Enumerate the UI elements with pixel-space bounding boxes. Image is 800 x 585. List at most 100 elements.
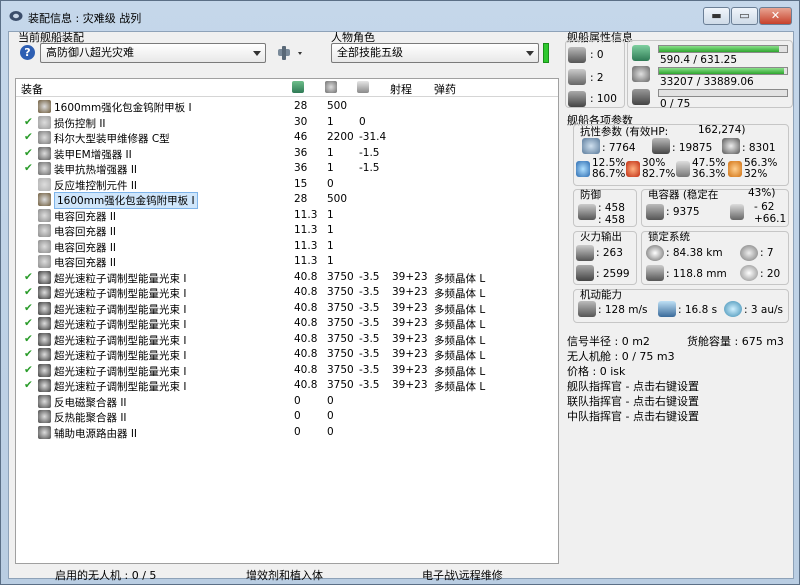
em-resist-2: 86.7% xyxy=(592,168,626,180)
module-cpu: 0 xyxy=(294,394,301,407)
scan-res-icon xyxy=(646,265,664,281)
module-power: 1 xyxy=(327,239,334,252)
module-ammo: 多频晶体 L xyxy=(434,365,486,378)
module-row[interactable]: 电容回充器 II 11.3 1 xyxy=(16,254,558,270)
module-range: 39+23 xyxy=(392,286,428,298)
squad-booster[interactable]: 中队指挥官 - 点击右键设置 xyxy=(567,408,699,424)
module-cap: -1.5 xyxy=(359,146,380,159)
help-icon[interactable]: ? xyxy=(20,45,35,60)
active-check-icon: ✔ xyxy=(24,162,33,174)
cap-column-icon[interactable] xyxy=(357,81,369,93)
active-check-icon: ✔ xyxy=(24,379,33,391)
power-bar xyxy=(658,67,788,75)
module-row[interactable]: ✔ 超光速粒子调制型能量光束 I 40.8 3750 -3.5 39+23 多频晶体 L xyxy=(16,285,558,301)
module-power: 3750 xyxy=(327,286,354,298)
module-row[interactable]: 反热能聚合器 II 0 0 xyxy=(16,409,558,425)
module-power: 0 xyxy=(327,394,334,407)
module-ammo: 多频晶体 L xyxy=(434,381,486,393)
module-cap: -3.5 xyxy=(359,301,380,314)
module-name: 超光速粒子调制型能量光束 I xyxy=(54,381,187,393)
module-row[interactable]: ✔ 装甲EM增强器 II 36 1 -1.5 xyxy=(16,146,558,162)
high-slot-icon xyxy=(568,47,586,63)
module-name: 电容回充器 II xyxy=(54,241,117,254)
wing-booster[interactable]: 联队指挥官 - 点击右键设置 xyxy=(567,393,699,409)
header-module[interactable]: 装备 xyxy=(21,81,43,97)
module-row[interactable]: 1600mm强化包金钨附甲板 I 28 500 xyxy=(16,99,558,115)
module-row[interactable]: 反电磁聚合器 II 0 0 xyxy=(16,394,558,410)
capacitor-stable: 43%) xyxy=(748,187,776,199)
module-icon xyxy=(38,193,51,206)
module-name: 超光速粒子调制型能量光束 I xyxy=(54,288,187,300)
module-icon xyxy=(38,363,51,377)
module-row[interactable]: ✔ 超光速粒子调制型能量光束 I 40.8 3750 -3.5 39+23 多频晶体 L xyxy=(16,270,558,286)
module-icon xyxy=(38,146,51,160)
module-row[interactable]: 1600mm强化包金钨附甲板 I 28 500 xyxy=(16,192,558,209)
cpu-column-icon[interactable] xyxy=(292,81,304,93)
header-range[interactable]: 射程 xyxy=(390,81,412,97)
module-power: 0 xyxy=(327,177,334,190)
module-list[interactable]: 装备 射程 弹药 1600mm强化包金钨附甲板 I 28 500 ✔ 损伤控制 II 30… xyxy=(15,78,559,564)
module-cap: -3.5 xyxy=(359,270,380,283)
module-range: 39+23 xyxy=(392,348,428,360)
maximize-button[interactable]: ▭ xyxy=(731,7,758,25)
module-row[interactable]: ✔ 损伤控制 II 30 1 0 xyxy=(16,115,558,131)
module-row[interactable]: ✔ 装甲抗热增强器 II 36 1 -1.5 xyxy=(16,161,558,177)
module-row[interactable]: 辅助电源路由器 II 0 0 xyxy=(16,425,558,441)
module-row[interactable]: 电容回充器 II 11.3 1 xyxy=(16,239,558,255)
implants-tab[interactable]: 增效剂和植入体 xyxy=(246,567,323,583)
module-power: 0 xyxy=(327,425,334,438)
defense-group: 防御 : 458 : 458 xyxy=(573,189,637,227)
module-icon xyxy=(38,131,51,144)
module-row[interactable]: ✔ 超光速粒子调制型能量光束 I 40.8 3750 -3.5 39+23 多频晶体 L xyxy=(16,332,558,348)
power-column-icon[interactable] xyxy=(325,81,337,93)
armor-icon xyxy=(652,138,670,154)
fleet-booster[interactable]: 舰队指挥官 - 点击右键设置 xyxy=(567,378,699,394)
dps-value: : 263 xyxy=(596,247,623,259)
capacitor-icon xyxy=(646,204,664,220)
targeting-group: 锁定系统 : 84.38 km : 7 : 118.8 mm : 20 xyxy=(641,231,789,285)
title-bar[interactable]: 装配信息 : 灾难级 战列 ▬ ▭ ✕ xyxy=(1,1,799,31)
module-name: 装甲EM增强器 II xyxy=(54,148,132,161)
power-icon xyxy=(632,66,650,82)
module-row[interactable]: ✔ 超光速粒子调制型能量光束 I 40.8 3750 -3.5 39+23 多频晶体 L xyxy=(16,316,558,332)
module-row[interactable]: ✔ 超光速粒子调制型能量光束 I 40.8 3750 -3.5 39+23 多频晶体 L xyxy=(16,301,558,317)
minimize-button[interactable]: ▬ xyxy=(703,7,730,25)
drones-tab[interactable]: 启用的无人机 : 0 / 5 xyxy=(55,567,156,583)
character-select[interactable]: 全部技能五级 xyxy=(331,43,539,63)
explosive-resist-2: 32% xyxy=(744,168,768,180)
module-row[interactable]: ✔ 科尔大型装甲维修器 C型 46 2200 -31.4 xyxy=(16,130,558,146)
thermal-resist-icon xyxy=(626,161,640,177)
module-name: 超光速粒子调制型能量光束 I xyxy=(54,334,187,347)
module-cpu: 46 xyxy=(294,131,308,143)
tools-menu-button[interactable] xyxy=(276,44,308,62)
module-row[interactable]: ✔ 超光速粒子调制型能量光束 I 40.8 3750 -3.5 39+23 多频晶体 L xyxy=(16,378,558,394)
module-power: 3750 xyxy=(327,348,354,360)
close-button[interactable]: ✕ xyxy=(759,7,792,25)
module-row[interactable]: ✔ 超光速粒子调制型能量光束 I 40.8 3750 -3.5 39+23 多频晶体 L xyxy=(16,347,558,363)
repair-icon xyxy=(578,204,596,220)
active-check-icon: ✔ xyxy=(24,317,33,329)
signature-radius: 信号半径 : 0 m2 xyxy=(567,335,650,348)
ewar-tab[interactable]: 电子战\远程维修 xyxy=(422,567,503,583)
main-client: 当前舰船装配 ? 高防御八超光灾难 人物角色 全部技能五级 装备 射程 弹药 1… xyxy=(8,31,794,582)
header-ammo[interactable]: 弹药 xyxy=(434,81,456,97)
window-title: 装配信息 : 灾难级 战列 xyxy=(28,12,142,25)
module-power: 1 xyxy=(327,224,334,236)
module-icon xyxy=(38,255,51,268)
module-row[interactable]: 电容回充器 II 11.3 1 xyxy=(16,208,558,224)
module-name: 科尔大型装甲维修器 C型 xyxy=(54,133,170,145)
module-power: 500 xyxy=(327,100,348,112)
module-name: 1600mm强化包金钨附甲板 I xyxy=(54,102,192,114)
module-cap: -3.5 xyxy=(359,348,380,360)
module-row[interactable]: 电容回充器 II 11.3 1 xyxy=(16,223,558,239)
firepower-title: 火力输出 xyxy=(580,231,622,243)
module-name: 电容回充器 II xyxy=(54,226,117,238)
high-slots: : 0 xyxy=(590,49,604,61)
module-cpu: 11.3 xyxy=(294,255,318,267)
module-range: 39+23 xyxy=(392,317,428,329)
firepower-group: 火力输出 : 263 : 2599 xyxy=(573,231,637,285)
active-check-icon: ✔ xyxy=(24,301,33,314)
module-row[interactable]: 反应堆控制元件 II 15 0 xyxy=(16,177,558,193)
fit-select[interactable]: 高防御八超光灾难 xyxy=(40,43,266,63)
module-row[interactable]: ✔ 超光速粒子调制型能量光束 I 40.8 3750 -3.5 39+23 多频晶体 L xyxy=(16,363,558,379)
